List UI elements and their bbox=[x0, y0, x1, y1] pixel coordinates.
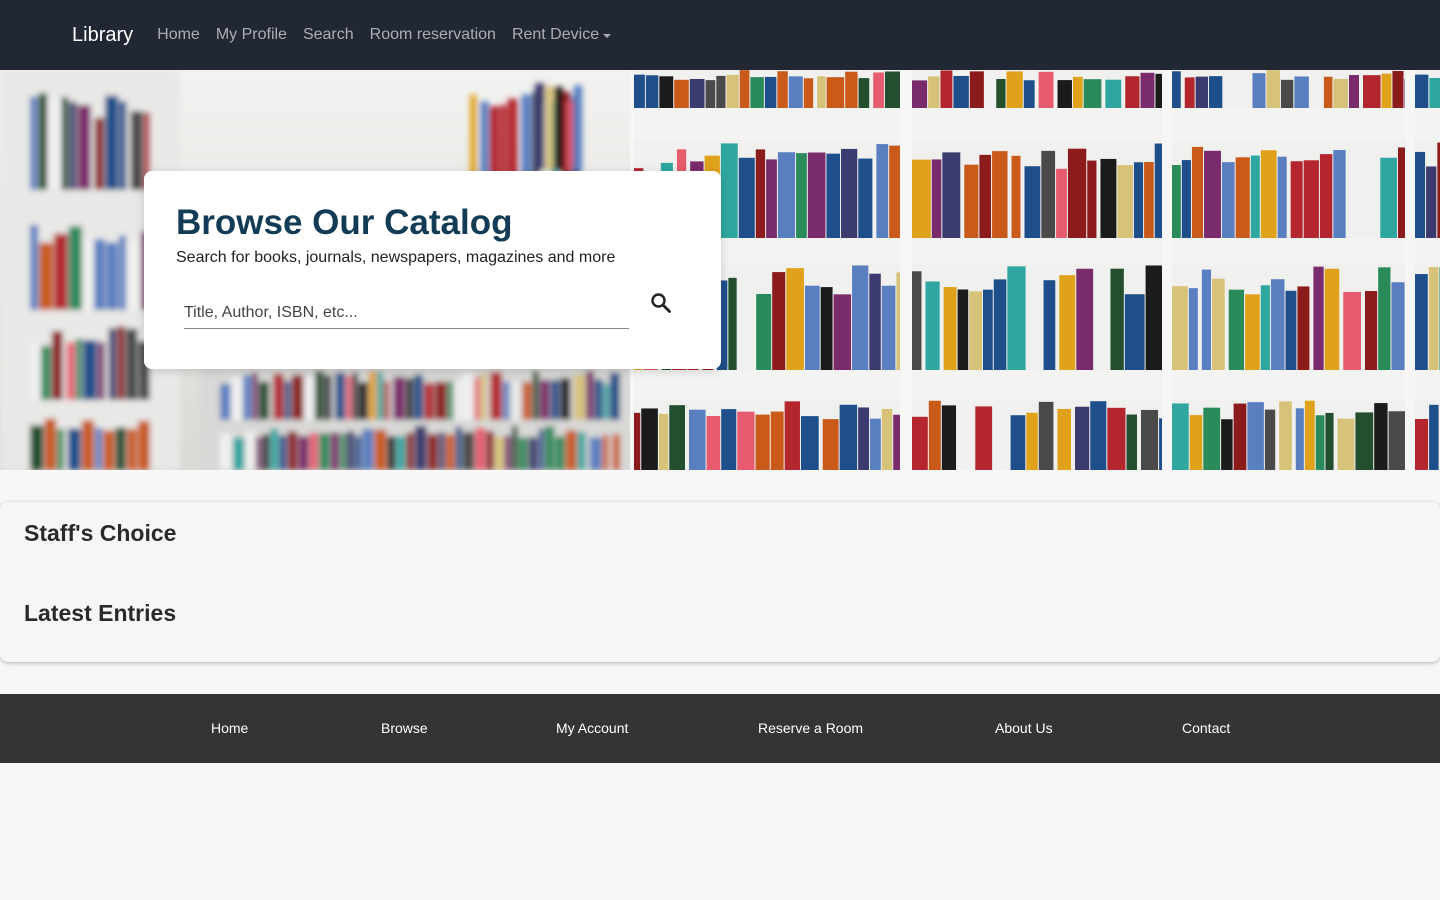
nav-room-reservation[interactable]: Room reservation bbox=[370, 26, 496, 44]
catalog-search-card: Browse Our Catalog Search for books, jou… bbox=[144, 171, 721, 369]
search-button[interactable] bbox=[649, 291, 679, 321]
latest-entries-heading: Latest Entries bbox=[24, 600, 177, 626]
home-content-card: Staff's Choice Latest Entries bbox=[0, 502, 1440, 662]
footer-link-about-us[interactable]: About Us bbox=[995, 720, 1053, 736]
footer-link-contact[interactable]: Contact bbox=[1182, 720, 1230, 736]
nav-rent-device-dropdown[interactable]: Rent Device bbox=[511, 26, 612, 44]
footer-link-home[interactable]: Home bbox=[211, 720, 248, 736]
nav-my-profile[interactable]: My Profile bbox=[216, 26, 287, 44]
nav-home[interactable]: Home bbox=[157, 26, 200, 44]
nav-rent-device-label: Rent Device bbox=[511, 26, 600, 43]
caret-down-icon bbox=[603, 34, 612, 38]
top-navbar: Library Home My Profile Search Room rese… bbox=[0, 0, 1440, 70]
nav-search[interactable]: Search bbox=[303, 26, 354, 44]
footer-link-reserve-room[interactable]: Reserve a Room bbox=[758, 720, 863, 736]
footer-link-my-account[interactable]: My Account bbox=[556, 720, 628, 736]
catalog-search-input[interactable] bbox=[184, 297, 629, 329]
staffs-choice-heading: Staff's Choice bbox=[24, 520, 177, 546]
hero-banner: Browse Our Catalog Search for books, jou… bbox=[0, 70, 1440, 470]
brand-link[interactable]: Library bbox=[72, 24, 133, 47]
search-icon bbox=[651, 293, 671, 313]
site-footer: Home Browse My Account Reserve a Room Ab… bbox=[0, 694, 1440, 763]
search-row bbox=[184, 293, 684, 329]
catalog-subtitle: Search for books, journals, newspapers, … bbox=[176, 249, 616, 266]
catalog-title: Browse Our Catalog bbox=[176, 203, 513, 242]
footer-link-browse[interactable]: Browse bbox=[381, 720, 428, 736]
